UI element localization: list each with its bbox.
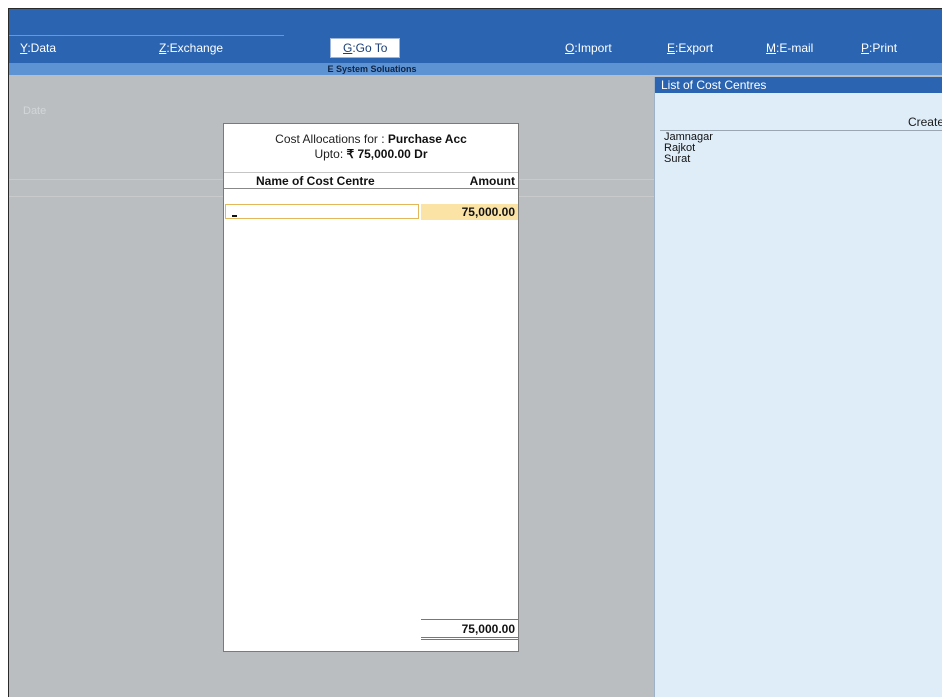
total-amount: 75,000.00	[461, 622, 515, 636]
cost-allocation-dialog: Cost Allocations for : Purchase Acc Upto…	[223, 123, 519, 652]
dialog-title-line: Cost Allocations for : Purchase Acc	[224, 132, 518, 147]
menu-divider	[9, 35, 284, 36]
dialog-title-prefix: Cost Allocations for :	[275, 132, 388, 146]
column-header-name: Name of Cost Centre	[256, 174, 375, 188]
menu-print[interactable]: P:Print	[861, 41, 897, 55]
menu-import-key: O	[565, 41, 575, 55]
app-window: Y:Data Z:Exchange G:Go To O:Import E:Exp…	[8, 8, 942, 697]
total-double-rule	[421, 639, 518, 640]
menu-exchange-label: :Exchange	[166, 41, 224, 55]
column-header-amount: Amount	[469, 174, 515, 188]
menu-print-label: :Print	[869, 41, 898, 55]
total-top-rule	[421, 619, 518, 620]
panel-title: List of Cost Centres	[655, 77, 942, 93]
menu-goto-key: G	[343, 41, 353, 55]
menu-email-label: :E-mail	[776, 41, 814, 55]
menu-goto[interactable]: G:Go To	[330, 38, 401, 58]
menu-data-label: :Data	[27, 41, 57, 55]
menu-export-label: :Export	[675, 41, 714, 55]
menu-export[interactable]: E:Export	[667, 41, 713, 55]
menu-email-key: M	[766, 41, 776, 55]
menu-data[interactable]: Y:Data	[20, 41, 56, 55]
menu-export-key: E	[667, 41, 676, 55]
cost-centre-list-panel: List of Cost Centres Create Jamnagar Raj…	[654, 77, 942, 697]
menu-import[interactable]: O:Import	[565, 41, 612, 55]
ledger-name: Purchase Acc	[387, 132, 467, 146]
voucher-date-label: Date	[23, 105, 47, 117]
allocation-amount-field[interactable]: 75,000.00	[421, 204, 518, 220]
company-name: E System Soluations	[327, 64, 417, 74]
menu-goto-label: :Go To	[352, 41, 388, 55]
upto-label: Upto:	[314, 147, 347, 161]
menu-email[interactable]: M:E-mail	[766, 41, 813, 55]
cost-centre-name-input[interactable]	[225, 204, 419, 219]
column-header-divider	[224, 188, 518, 189]
upto-amount: ₹ 75,000.00 Dr	[346, 147, 428, 161]
header-divider	[224, 172, 518, 173]
create-button[interactable]: Create	[908, 115, 942, 129]
menu-print-key: P	[861, 41, 870, 55]
menu-exchange[interactable]: Z:Exchange	[159, 41, 223, 55]
company-strip: E System Soluations	[9, 63, 942, 75]
dialog-title: Cost Allocations for : Purchase Acc Upto…	[224, 132, 518, 162]
top-menu-bar: Y:Data Z:Exchange G:Go To O:Import E:Exp…	[9, 9, 942, 63]
text-cursor	[232, 215, 237, 217]
cost-centre-list: Jamnagar Rajkot Surat	[664, 132, 713, 165]
list-item[interactable]: Surat	[664, 154, 713, 165]
menu-import-label: :Import	[574, 41, 612, 55]
dialog-upto-line: Upto: ₹ 75,000.00 Dr	[224, 147, 518, 162]
total-double-rule	[421, 637, 518, 638]
